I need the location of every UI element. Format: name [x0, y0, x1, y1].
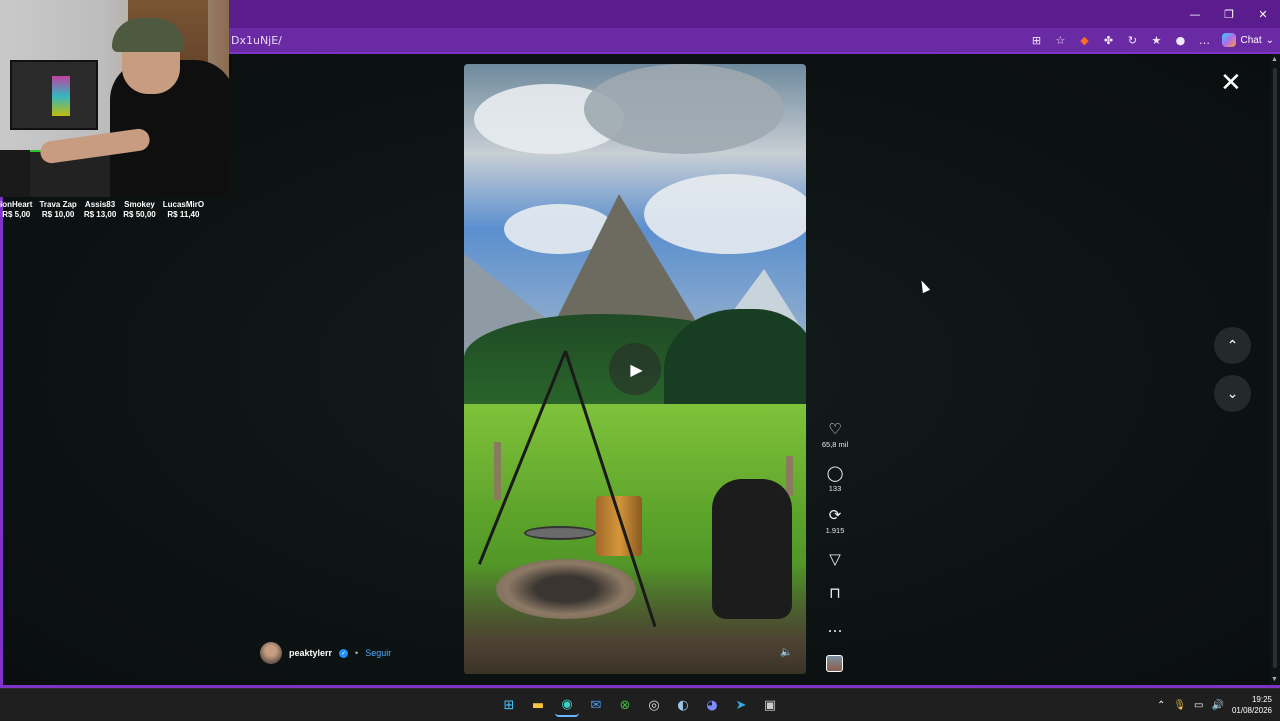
xbox-icon[interactable]: ⊗ — [613, 693, 637, 717]
video-fire-pit — [496, 559, 636, 619]
username[interactable]: peaktylerr — [289, 648, 332, 658]
taskbar-apps: ⊞ ▬ ◉ ✉ ⊗ ◎ ◐ ◕ ➤ ▣ — [497, 693, 782, 717]
reposts-count: 1.915 — [825, 526, 845, 535]
extensions-puzzle-icon[interactable]: ✤ — [1096, 28, 1120, 52]
edge-browser-icon[interactable]: ◉ — [555, 693, 579, 717]
play-button[interactable]: ▶ — [609, 343, 661, 395]
screen: — ❐ ✕ Dx1uNjE/ ⊞ ☆ ◆ ✤ ↻ ★ ● … Chat ⌄ ▲ … — [0, 0, 1280, 720]
chevron-down-icon: ⌄ — [1265, 34, 1274, 46]
reel-video[interactable]: ▶ 🔈 — [464, 64, 806, 674]
file-explorer-icon[interactable]: ▬ — [526, 693, 550, 717]
minimize-icon[interactable]: — — [1178, 0, 1212, 28]
close-icon[interactable]: ✕ — [1246, 0, 1280, 28]
volume-tray-icon[interactable]: 🔊 — [1212, 700, 1224, 711]
chevron-down-icon: ⌄ — [1226, 385, 1239, 402]
likes-count: 65,8 mil — [821, 440, 849, 449]
donation-item: Smokey R$ 50,00 — [123, 200, 156, 219]
donation-item: Trava Zap R$ 10,00 — [39, 200, 77, 219]
time: 19:25 — [1251, 695, 1272, 704]
window-controls: — ❐ ✕ — [1178, 0, 1280, 28]
comments-count: 133 — [828, 484, 842, 493]
next-reel-button[interactable]: ⌄ — [1214, 375, 1251, 412]
bookmark-icon: ⊓ — [829, 584, 841, 602]
github-icon[interactable]: ◎ — [642, 693, 666, 717]
url-text[interactable]: Dx1uNjE/ — [231, 34, 282, 47]
mail-icon[interactable]: ✉ — [584, 693, 608, 717]
scroll-down-icon[interactable]: ▼ — [1271, 676, 1278, 683]
volume-icon[interactable]: 🔈 — [780, 647, 792, 658]
donation-item: ionHeart R$ 5,00 — [0, 200, 33, 219]
webcam-overlay — [0, 0, 229, 197]
follow-button[interactable]: Seguir — [365, 648, 391, 658]
microphone-icon[interactable]: 🎙 — [1173, 700, 1186, 711]
donation-item: LucasMirO R$ 11,40 — [162, 200, 205, 219]
app-available-icon[interactable]: ⊞ — [1024, 28, 1048, 52]
favorites-icon[interactable]: ★ — [1144, 28, 1168, 52]
repost-button[interactable]: ⟳ 1.915 — [814, 506, 856, 535]
share-button[interactable]: ▽ — [814, 550, 856, 568]
copilot-chat-button[interactable]: Chat ⌄ — [1216, 28, 1280, 52]
profile-icon[interactable]: ● — [1168, 28, 1192, 52]
verified-badge-icon: ✓ — [339, 648, 349, 658]
video-grill — [524, 526, 596, 540]
copilot-icon — [1222, 33, 1237, 47]
more-options-button[interactable]: … — [814, 618, 856, 636]
more-icon: … — [827, 618, 843, 636]
audio-thumbnail[interactable] — [826, 655, 843, 672]
close-viewer-icon[interactable]: ✕ — [1220, 70, 1242, 96]
scrollbar[interactable]: ▲ ▼ — [1270, 54, 1280, 685]
previous-reel-button[interactable]: ⌃ — [1214, 327, 1251, 364]
history-icon[interactable]: ↻ — [1120, 28, 1144, 52]
discord-icon[interactable]: ◕ — [700, 693, 724, 717]
clock[interactable]: 19:25 01/08/2026 — [1232, 694, 1272, 716]
comment-button[interactable]: ◯ 133 — [814, 464, 856, 493]
chat-label: Chat — [1240, 34, 1262, 46]
favorite-star-icon[interactable]: ☆ — [1048, 28, 1072, 52]
network-icon[interactable]: ▭ — [1194, 700, 1203, 711]
restore-icon[interactable]: ❐ — [1212, 0, 1246, 28]
game-icon[interactable]: ▣ — [758, 693, 782, 717]
chevron-up-icon: ⌃ — [1226, 337, 1239, 354]
donation-ticker: ionHeart R$ 5,00 Trava Zap R$ 10,00 Assi… — [0, 200, 229, 220]
show-hidden-icons-icon[interactable]: ⌃ — [1157, 700, 1165, 711]
post-author: peaktylerr ✓ • Seguir — [260, 642, 391, 664]
save-button[interactable]: ⊓ — [814, 584, 856, 602]
send-icon: ▽ — [829, 550, 841, 568]
browser-toolbar: ⊞ ☆ ◆ ✤ ↻ ★ ● … Chat ⌄ — [1024, 28, 1280, 52]
repost-icon: ⟳ — [828, 506, 842, 524]
separator: • — [355, 648, 359, 658]
video-backpack — [712, 479, 792, 619]
system-tray: ⌃ 🎙 ▭ 🔊 19:25 01/08/2026 — [1157, 689, 1272, 721]
like-button[interactable]: ♡ 65,8 mil — [814, 420, 856, 449]
extension-fox-icon[interactable]: ◆ — [1072, 28, 1096, 52]
steam-icon[interactable]: ◐ — [671, 693, 695, 717]
windows-start-icon[interactable]: ⊞ — [497, 693, 521, 717]
scroll-up-icon[interactable]: ▲ — [1271, 56, 1278, 63]
telegram-icon[interactable]: ➤ — [729, 693, 753, 717]
background-monitor — [10, 60, 98, 130]
play-icon: ▶ — [630, 359, 643, 379]
heart-icon: ♡ — [828, 420, 842, 438]
more-icon[interactable]: … — [1192, 28, 1216, 52]
avatar[interactable] — [260, 642, 282, 664]
scrollbar-thumb[interactable] — [1273, 68, 1277, 668]
date: 01/08/2026 — [1231, 706, 1272, 715]
donation-item: Assis83 R$ 13,00 — [83, 200, 117, 219]
windows-taskbar: ⊞ ▬ ◉ ✉ ⊗ ◎ ◐ ◕ ➤ ▣ ⌃ 🎙 ▭ 🔊 19:25 01/08/… — [0, 688, 1280, 720]
comment-icon: ◯ — [826, 464, 844, 482]
